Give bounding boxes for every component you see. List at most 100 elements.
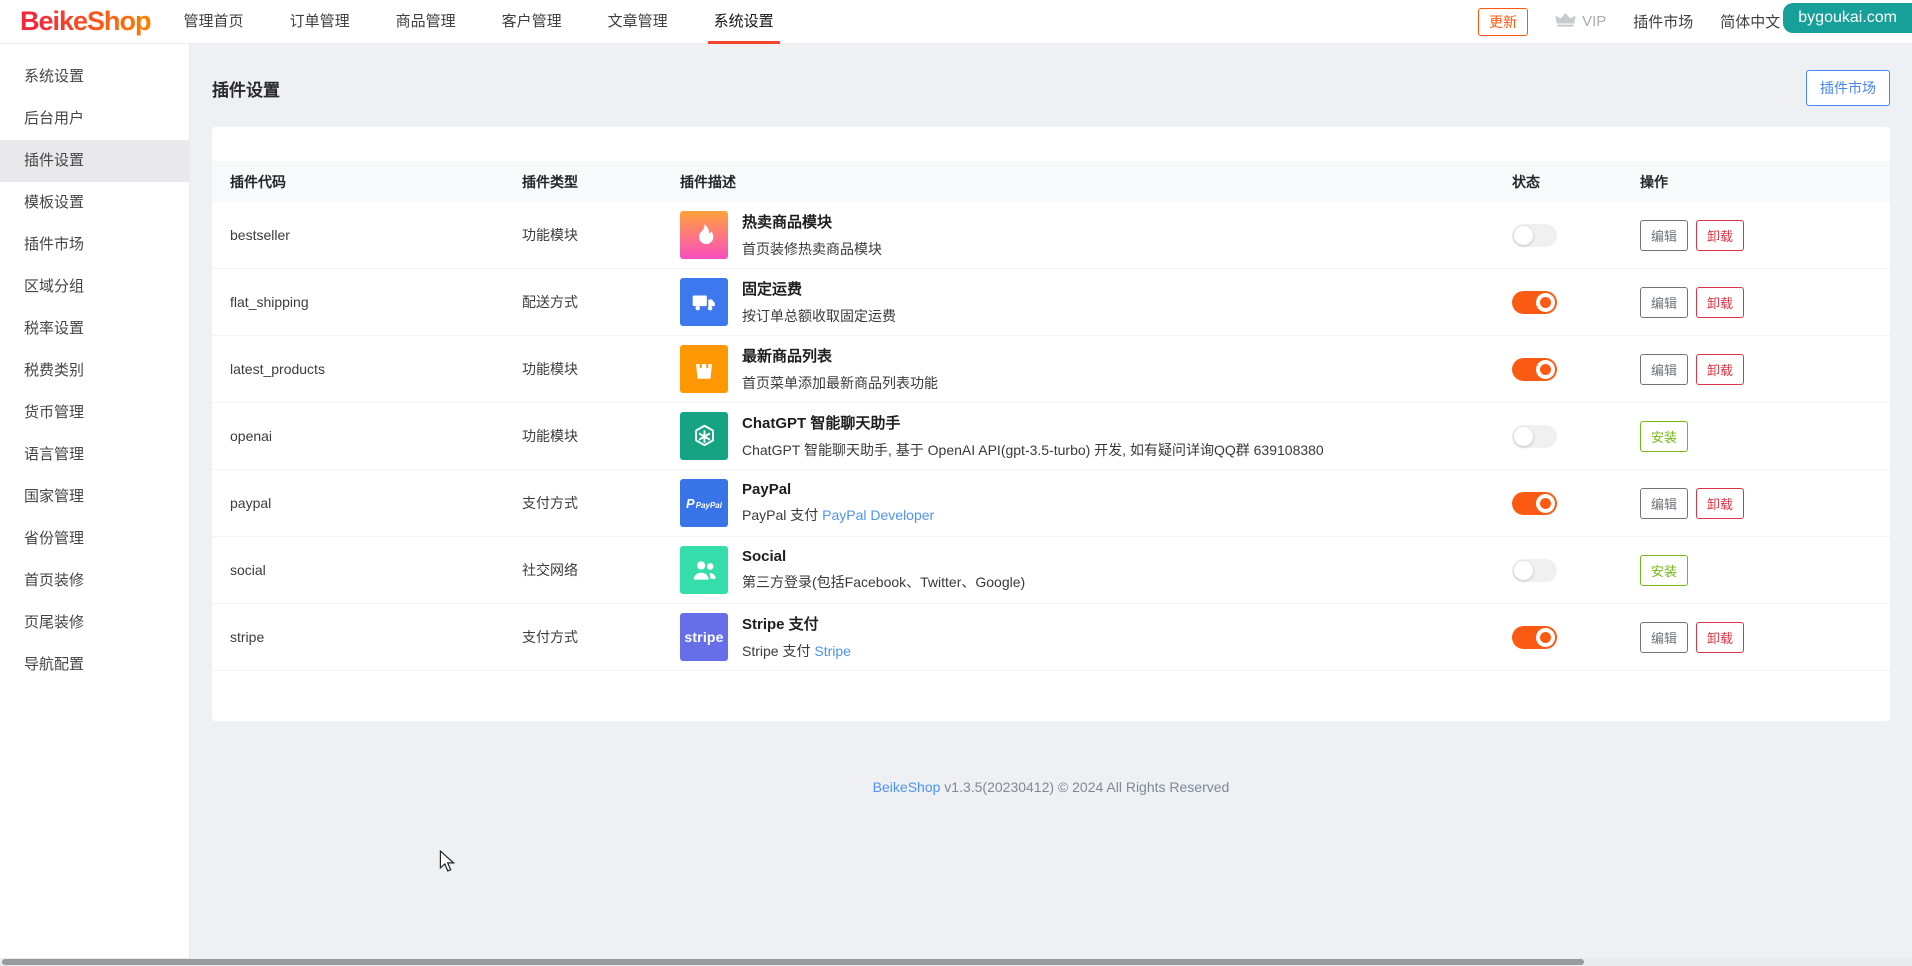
header-plugin-market-link[interactable]: 插件市场 (1633, 11, 1693, 32)
plugin-title: Stripe 支付 (742, 616, 819, 633)
header-nav: 管理首页 订单管理 商品管理 客户管理 文章管理 系统设置 (161, 0, 797, 44)
plugin-code: flat_shipping (230, 294, 309, 310)
plugin-type: 功能模块 (522, 361, 578, 377)
plugin-code: bestseller (230, 227, 290, 243)
plugin-market-button[interactable]: 插件市场 (1806, 70, 1890, 106)
status-toggle[interactable] (1512, 290, 1557, 314)
plugin-code: stripe (230, 629, 265, 645)
table-header-row: 插件代码 插件类型 插件描述 状态 操作 (212, 161, 1890, 202)
plugin-title: PayPal (742, 481, 792, 498)
sidebar-item[interactable]: 货币管理 (0, 392, 189, 434)
col-status: 状态 (1512, 173, 1540, 190)
update-button[interactable]: 更新 (1478, 7, 1529, 36)
header-nav-item[interactable]: 订单管理 (267, 0, 373, 44)
stripe-icon: stripe (680, 613, 728, 661)
settings-sidebar: 系统设置 后台用户 插件设置 模板设置 插件市场 区域分组 税率设置 税费类别 货币管理 语言管理… (0, 44, 190, 966)
edit-button[interactable]: 编辑 (1640, 353, 1689, 385)
status-toggle[interactable] (1512, 491, 1557, 515)
header-nav-item[interactable]: 管理首页 (161, 0, 267, 44)
plugin-description: Stripe 支付 Stripe (742, 643, 851, 659)
footer-brand-link[interactable]: BeikeShop (873, 779, 941, 795)
table-row: social 社交网络 Social 第三方登录(包括Facebook、Twit… (212, 537, 1890, 604)
table-row: openai 功能模块 ChatGPT 智能聊天助手 ChatGPT 智能聊天助… (212, 403, 1890, 470)
sidebar-item[interactable]: 语言管理 (0, 434, 189, 476)
header-nav-item[interactable]: 文章管理 (585, 0, 691, 44)
edit-button[interactable]: 编辑 (1640, 621, 1689, 653)
people-icon (680, 546, 728, 594)
status-toggle[interactable] (1512, 424, 1557, 448)
status-toggle[interactable] (1512, 558, 1557, 582)
plugin-type: 社交网络 (522, 562, 578, 578)
sidebar-item[interactable]: 国家管理 (0, 476, 189, 518)
table-row: stripe 支付方式 stripe Stripe 支付 Stripe 支付 S… (212, 604, 1890, 671)
col-plugin-desc: 插件描述 (680, 173, 736, 190)
truck-icon (680, 278, 728, 326)
header-nav-item[interactable]: 商品管理 (373, 0, 479, 44)
uninstall-button[interactable]: 卸载 (1696, 353, 1745, 385)
uninstall-button[interactable]: 卸载 (1696, 621, 1745, 653)
plugin-type: 功能模块 (522, 227, 578, 243)
sidebar-item[interactable]: 页尾装修 (0, 602, 189, 644)
footer: BeikeShop v1.3.5(20230412) © 2024 All Ri… (190, 779, 1912, 795)
sidebar-item[interactable]: 系统设置 (0, 56, 189, 98)
plugin-desc-link[interactable]: PayPal Developer (822, 507, 934, 523)
sidebar-item[interactable]: 税费类别 (0, 350, 189, 392)
header-nav-item[interactable]: 系统设置 (691, 0, 797, 44)
plugin-type: 功能模块 (522, 428, 578, 444)
status-toggle[interactable] (1512, 357, 1557, 381)
plugin-description: 第三方登录(包括Facebook、Twitter、Google) (742, 574, 1026, 590)
sidebar-item[interactable]: 区域分组 (0, 266, 189, 308)
plugins-card: 插件代码 插件类型 插件描述 状态 操作 bestseller 功能模块 热卖商… (212, 127, 1890, 721)
col-actions: 操作 (1640, 173, 1668, 190)
plugin-code: latest_products (230, 361, 325, 377)
header-nav-item[interactable]: 客户管理 (479, 0, 585, 44)
horizontal-scrollbar-thumb[interactable] (2, 959, 1584, 965)
install-button[interactable]: 安装 (1640, 554, 1689, 586)
status-toggle[interactable] (1512, 223, 1557, 247)
vip-menu[interactable]: VIP (1555, 12, 1606, 32)
horizontal-scrollbar (0, 958, 1912, 966)
uninstall-button[interactable]: 卸载 (1696, 219, 1745, 251)
top-header: BeikeShop 管理首页 订单管理 商品管理 客户管理 文章管理 系统设置 更新 VI… (0, 0, 1912, 44)
plugin-title: 固定运费 (742, 281, 803, 298)
table-row: flat_shipping 配送方式 固定运费 按订单总额收取固定运费 编辑 卸载 (212, 269, 1890, 336)
sidebar-item[interactable]: 省份管理 (0, 518, 189, 560)
sidebar-item[interactable]: 税率设置 (0, 308, 189, 350)
language-label: 简体中文 (1720, 14, 1781, 31)
main-content: 插件设置 插件市场 插件代码 插件类型 插件描述 状态 操作 bestselle… (190, 44, 1912, 966)
status-toggle[interactable] (1512, 625, 1557, 649)
beikeshop-logo[interactable]: BeikeShop (20, 6, 152, 37)
plugin-description: PayPal 支付 PayPal Developer (742, 507, 935, 523)
footer-copyright: v1.3.5(20230412) © 2024 All Rights Reser… (940, 779, 1230, 795)
sidebar-item[interactable]: 后台用户 (0, 98, 189, 140)
sidebar-item[interactable]: 插件市场 (0, 224, 189, 266)
uninstall-button[interactable]: 卸载 (1696, 286, 1745, 318)
table-row: latest_products 功能模块 最新商品列表 首页菜单添加最新商品列表… (212, 336, 1890, 403)
table-body: bestseller 功能模块 热卖商品模块 首页装修热卖商品模块 编辑 卸载 f… (212, 202, 1890, 671)
openai-icon (680, 412, 728, 460)
bag-icon (680, 345, 728, 393)
sidebar-item[interactable]: 模板设置 (0, 182, 189, 224)
uninstall-button[interactable]: 卸载 (1696, 487, 1745, 519)
plugin-title: ChatGPT 智能聊天助手 (742, 415, 901, 432)
edit-button[interactable]: 编辑 (1640, 219, 1689, 251)
sidebar-item[interactable]: 导航配置 (0, 644, 189, 686)
plugin-desc-link[interactable]: Stripe (814, 643, 851, 659)
row-actions: 编辑 卸载 (1622, 487, 1890, 519)
plugin-description: ChatGPT 智能聊天助手, 基于 OpenAI API(gpt-3.5-tu… (742, 442, 1324, 458)
plugin-type: 支付方式 (522, 629, 578, 645)
install-button[interactable]: 安装 (1640, 420, 1689, 452)
plugin-type: 支付方式 (522, 495, 578, 511)
plugin-description: 首页菜单添加最新商品列表功能 (742, 375, 938, 391)
plugin-code: social (230, 562, 266, 578)
sidebar-item[interactable]: 插件设置 (0, 140, 189, 182)
watermark-badge: bygoukai.com (1783, 3, 1912, 33)
sidebar-item[interactable]: 首页装修 (0, 560, 189, 602)
row-actions: 安装 (1622, 554, 1890, 586)
paypal-icon: PPayPal (680, 479, 728, 527)
edit-button[interactable]: 编辑 (1640, 286, 1689, 318)
table-row: bestseller 功能模块 热卖商品模块 首页装修热卖商品模块 编辑 卸载 (212, 202, 1890, 269)
row-actions: 编辑 卸载 (1622, 621, 1890, 653)
edit-button[interactable]: 编辑 (1640, 487, 1689, 519)
col-plugin-type: 插件类型 (522, 173, 578, 190)
